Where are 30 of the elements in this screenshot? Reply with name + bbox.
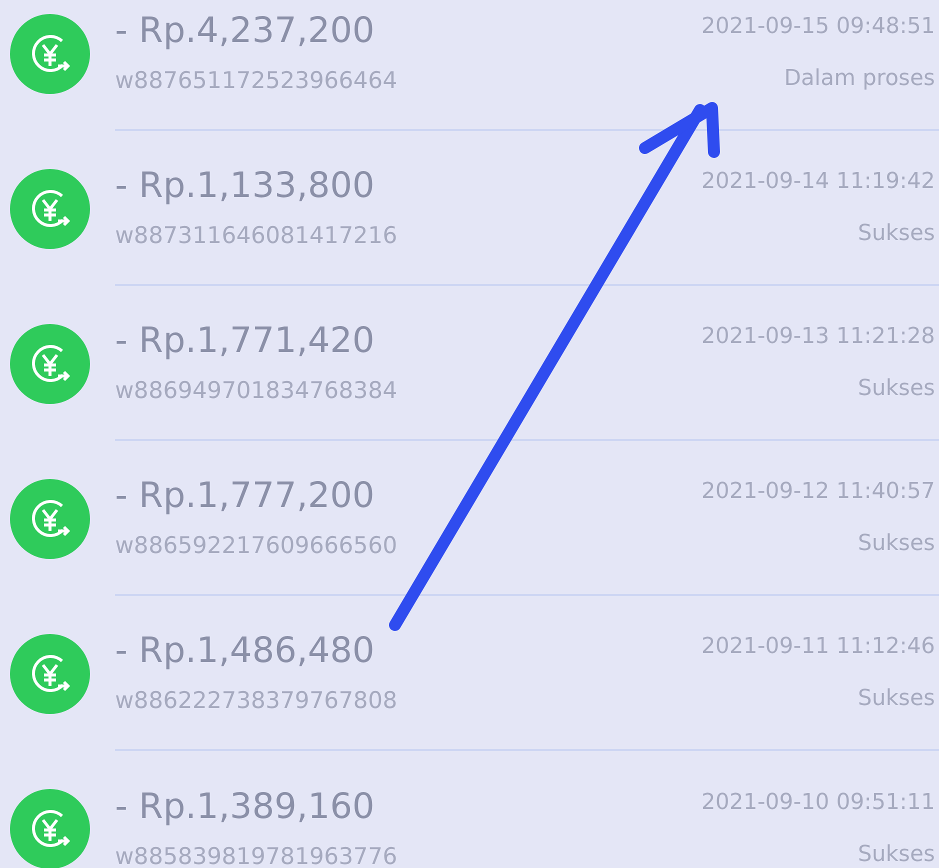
transaction-id: w886592217609666560	[115, 532, 398, 560]
yen-coin-icon	[10, 168, 90, 248]
timestamp-text: 2021-09-14 11:19:42	[701, 168, 935, 196]
transaction-id: w887311646081417216	[115, 222, 398, 250]
yen-coin-icon	[10, 478, 90, 558]
yen-coin-icon	[10, 14, 90, 94]
status-text: Sukses	[858, 530, 935, 558]
status-text: Sukses	[858, 374, 935, 402]
status-text: Sukses	[858, 684, 935, 712]
amount-text: - Rp.1,486,480	[115, 630, 375, 672]
transaction-id: w886949701834768384	[115, 376, 398, 406]
amount-text: - Rp.1,389,160	[115, 786, 375, 828]
transaction-id: w885839819781963776	[115, 842, 398, 868]
amount-text: - Rp.1,777,200	[115, 474, 375, 518]
amount-text: - Rp.4,237,200	[115, 10, 375, 52]
amount-text: - Rp.1,771,420	[115, 320, 375, 362]
transaction-id: w887651172523966464	[115, 66, 398, 96]
timestamp-text: 2021-09-13 11:21:28	[701, 322, 935, 350]
yen-coin-icon	[10, 634, 90, 714]
yen-coin-icon	[10, 324, 90, 404]
timestamp-text: 2021-09-15 09:48:51	[701, 12, 935, 40]
amount-text: - Rp.1,133,800	[115, 164, 375, 208]
timestamp-text: 2021-09-12 11:40:57	[701, 478, 935, 506]
status-text: Sukses	[858, 840, 935, 868]
transaction-id: w886222738379767808	[115, 686, 398, 716]
status-text: Dalam proses	[784, 64, 935, 92]
status-text: Sukses	[858, 220, 935, 248]
timestamp-text: 2021-09-10 09:51:11	[701, 788, 935, 816]
yen-coin-icon	[10, 788, 90, 868]
timestamp-text: 2021-09-11 11:12:46	[701, 632, 935, 660]
